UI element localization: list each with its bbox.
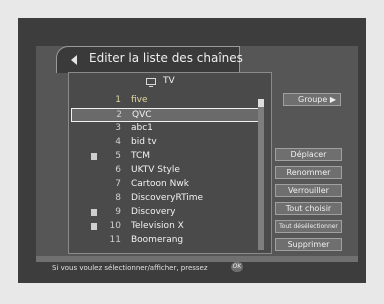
channel-number: 6 <box>115 165 121 175</box>
channel-number: 4 <box>115 137 121 147</box>
channel-list: TV 1 five 2 QVC 3 abc1 4 bid tv 5 TCM 6 UKTV Style 7… <box>68 72 272 254</box>
move-button[interactable]: Déplacer <box>275 148 342 161</box>
channel-name: DiscoveryRTime <box>131 193 204 203</box>
list-type-label: TV <box>163 76 175 86</box>
channel-name: QVC <box>132 110 152 120</box>
channel-number: 2 <box>116 110 122 120</box>
channel-name: Cartoon Nwk <box>131 179 189 189</box>
channel-number: 5 <box>115 151 121 161</box>
chevron-right-icon: ▶ <box>329 95 336 104</box>
channel-row[interactable]: 3 abc1 <box>71 122 261 136</box>
tv-icon <box>146 78 156 87</box>
channel-row[interactable]: 7 Cartoon Nwk <box>71 178 261 192</box>
back-arrow-icon[interactable] <box>71 55 77 65</box>
channel-name: TCM <box>131 151 151 161</box>
channel-row[interactable]: 6 UKTV Style <box>71 164 261 178</box>
channel-name: five <box>131 95 148 105</box>
list-scrollbar[interactable] <box>258 99 264 250</box>
channel-number: 3 <box>115 123 121 133</box>
channel-number: 11 <box>109 235 121 245</box>
channel-name: Television X <box>131 221 184 231</box>
channel-name: UKTV Style <box>131 165 180 175</box>
deselect-all-button[interactable]: Tout désélectionner <box>275 220 342 233</box>
scroll-thumb[interactable] <box>258 99 264 107</box>
groupe-button[interactable]: Groupe ▶ <box>283 93 341 106</box>
channel-row[interactable]: 4 bid tv <box>71 136 261 150</box>
channel-number: 8 <box>115 193 121 203</box>
rename-button[interactable]: Renommer <box>275 166 342 179</box>
page-header: Editer la liste des chaînes <box>56 46 243 73</box>
channel-row[interactable]: 8 DiscoveryRTime <box>71 192 261 206</box>
channel-number: 10 <box>109 221 121 231</box>
channel-row[interactable]: 11 Boomerang <box>71 234 261 248</box>
channel-name: Boomerang <box>131 235 184 245</box>
footer-hint: Si vous voulez sélectionner/afficher, pr… <box>52 264 208 272</box>
channel-number: 9 <box>115 207 121 217</box>
page-title: Editer la liste des chaînes <box>89 51 243 65</box>
delete-button[interactable]: Supprimer <box>275 238 342 251</box>
channel-number: 7 <box>115 179 121 189</box>
ok-key-icon: OK <box>231 262 243 272</box>
channel-row[interactable]: 9 Discovery <box>71 206 261 220</box>
channel-name: abc1 <box>131 123 153 133</box>
lock-button[interactable]: Verrouiller <box>275 184 342 197</box>
list-type-header: TV <box>69 73 271 91</box>
channel-row[interactable]: 5 TCM <box>71 150 261 164</box>
channel-name: Discovery <box>131 207 176 217</box>
channel-row[interactable]: 2 QVC <box>71 108 261 122</box>
select-all-button[interactable]: Tout choisir <box>275 202 342 215</box>
channel-row[interactable]: 1 five <box>71 94 261 108</box>
panel-bottom-bar <box>36 256 358 262</box>
channel-row[interactable]: 10 Television X <box>71 220 261 234</box>
groupe-button-label: Groupe <box>298 95 328 104</box>
channel-name: bid tv <box>131 137 157 147</box>
channel-number: 1 <box>115 95 121 105</box>
